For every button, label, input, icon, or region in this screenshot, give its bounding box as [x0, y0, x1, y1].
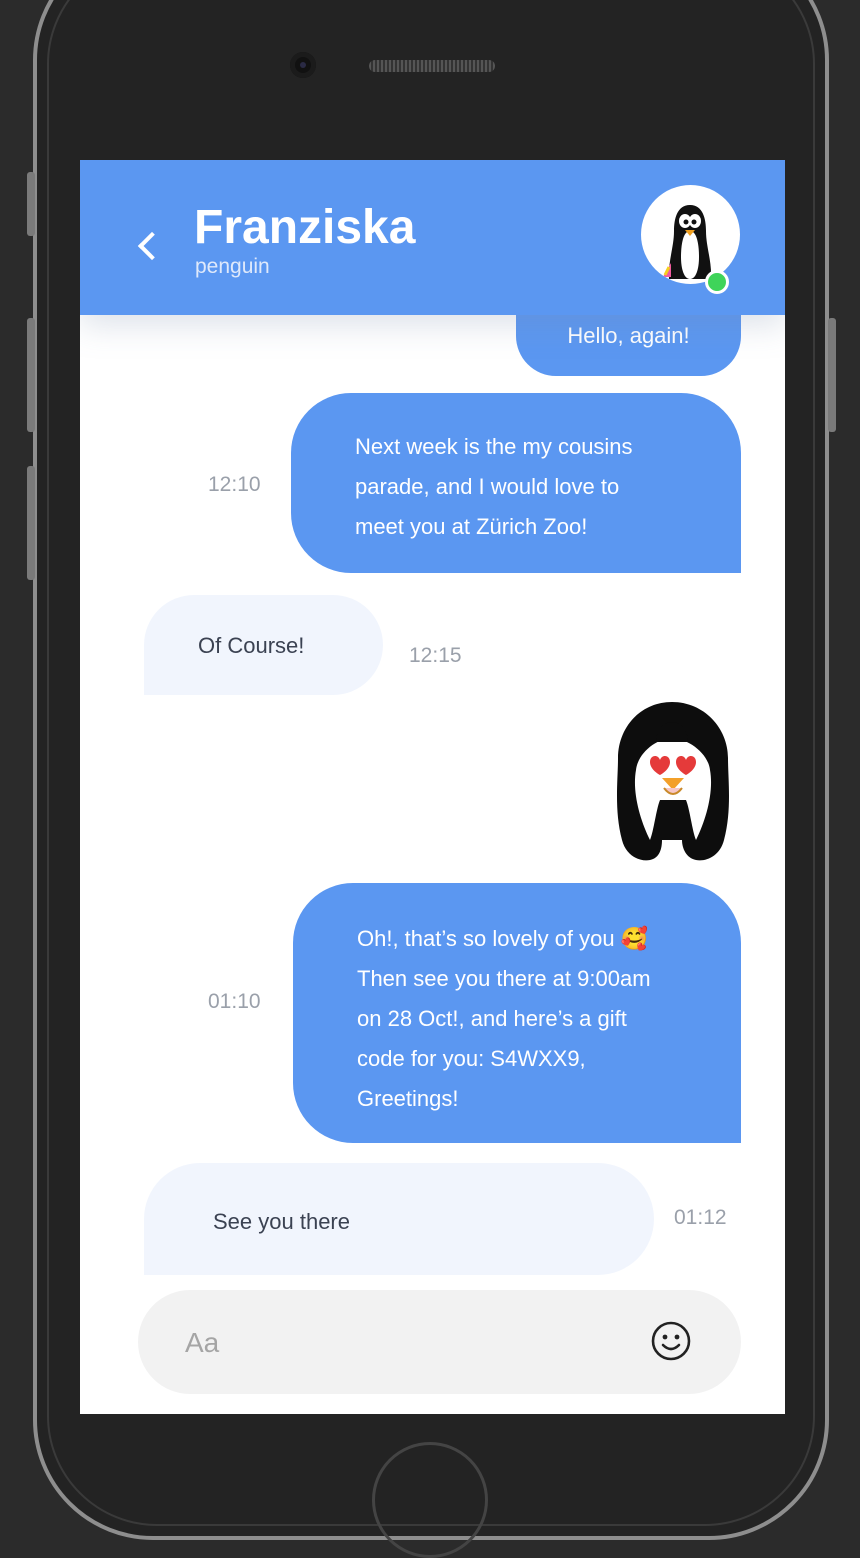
message-text: Of Course!: [198, 633, 305, 658]
message-line: Oh!, that’s so lovely of you 🥰: [357, 926, 649, 951]
message-composer: [138, 1290, 741, 1394]
penguin-heart-eyes-sticker-icon: [617, 702, 729, 861]
online-status-dot: [705, 270, 729, 294]
message-bubble-outgoing[interactable]: Next week is the my cousins parade, and …: [291, 393, 741, 573]
message-time: 01:10: [208, 990, 261, 1013]
chat-header: Franziska penguin: [80, 160, 785, 315]
message-input[interactable]: [183, 1320, 627, 1366]
avatar[interactable]: [641, 185, 740, 284]
message-line: Next week is the my cousins: [355, 434, 633, 459]
message-line: Greetings!: [357, 1086, 459, 1111]
message-time: 01:12: [674, 1206, 727, 1229]
message-text: See you there: [213, 1209, 350, 1234]
message-bubble-outgoing[interactable]: Oh!, that’s so lovely of you 🥰 Then see …: [293, 883, 741, 1143]
chevron-left-icon[interactable]: [132, 226, 162, 266]
message-line: code for you: S4WXX9,: [357, 1046, 586, 1071]
penguin-avatar-icon: [663, 205, 712, 279]
message-text: Hello, again!: [567, 323, 690, 348]
chat-screen: Franziska penguin Hello, again! 12:10 Ne…: [80, 160, 785, 1414]
message-time: 12:10: [208, 473, 261, 496]
phone-side-button: [27, 172, 35, 236]
message-line: meet you at Zürich Zoo!: [355, 514, 588, 539]
earpiece-speaker: [369, 60, 495, 72]
contact-name: Franziska: [194, 201, 416, 254]
message-line: Then see you there at 9:00am: [357, 966, 651, 991]
smiley-icon[interactable]: [651, 1321, 691, 1361]
phone-volume-down: [27, 466, 35, 580]
message-bubble-incoming[interactable]: See you there: [144, 1163, 654, 1275]
front-camera: [290, 52, 316, 78]
message-line: on 28 Oct!, and here’s a gift: [357, 1006, 627, 1031]
message-line: parade, and I would love to: [355, 474, 620, 499]
phone-power-button: [828, 318, 836, 432]
contact-subtitle: penguin: [195, 255, 270, 278]
message-time: 12:15: [409, 644, 462, 667]
message-bubble-incoming[interactable]: Of Course!: [144, 595, 383, 695]
home-button[interactable]: [372, 1442, 488, 1558]
phone-volume-up: [27, 318, 35, 432]
sticker-message[interactable]: [610, 700, 735, 865]
smiley-glyph: [651, 1321, 691, 1361]
